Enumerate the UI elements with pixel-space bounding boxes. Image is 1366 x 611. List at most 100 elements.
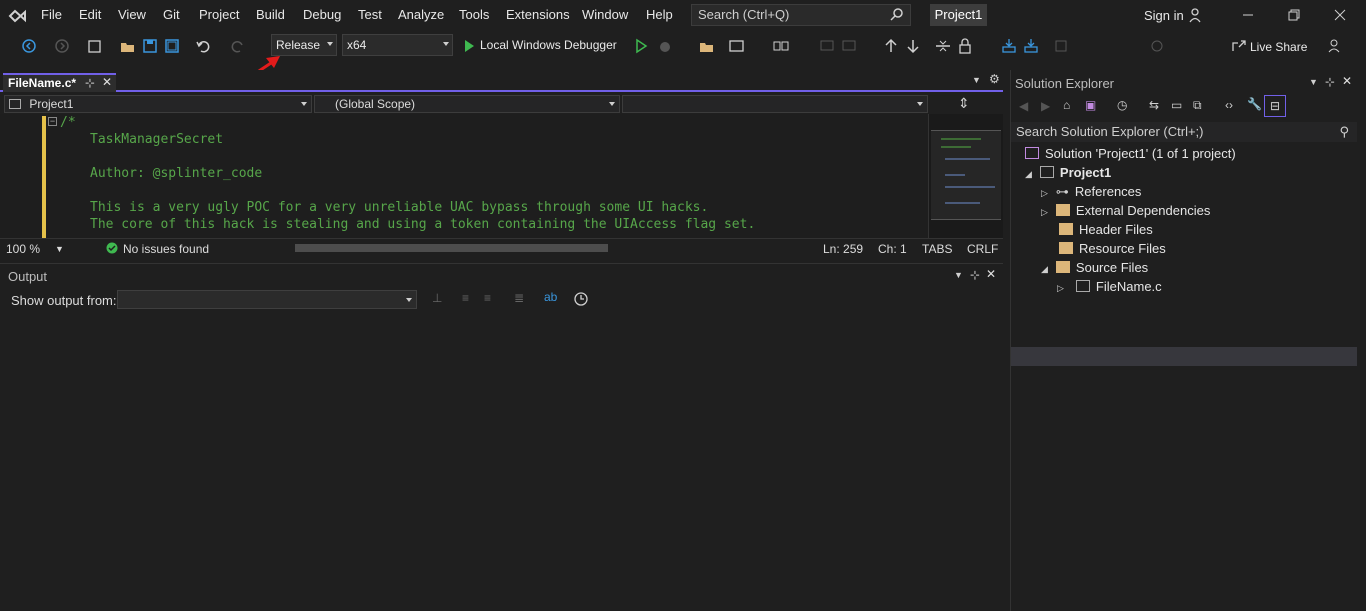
lock-icon[interactable] [956,37,974,55]
forward-icon[interactable]: ▶ [1041,99,1050,113]
horizontal-scrollbar[interactable] [295,244,608,252]
save-icon[interactable] [141,37,159,55]
minimize-icon[interactable] [1238,6,1258,24]
column-number[interactable]: Ch: 1 [878,242,907,256]
collapse-icon[interactable]: − [48,117,57,126]
sync-icon[interactable]: ⇆ [1149,98,1159,112]
feedback-icon[interactable] [1326,37,1344,55]
open-file-icon[interactable] [119,37,137,55]
undo-icon[interactable] [194,37,212,55]
tree-item-source-files[interactable]: ◢ Source Files [1041,260,1148,279]
columns-icon[interactable] [772,37,790,55]
tree-item-external-dependencies[interactable]: ▷ External Dependencies [1041,203,1210,222]
split-editor-icon[interactable]: ⇕ [958,95,970,112]
tab-filename-c[interactable]: FileName.c* ⊹ ✕ [3,73,116,92]
chevron-down-icon[interactable]: ▼ [1309,77,1318,87]
close-window-icon[interactable] [1330,6,1350,24]
live-share-button[interactable]: Live Share [1250,40,1307,54]
hot-reload-icon[interactable] [656,37,674,55]
view-code-icon[interactable]: ‹› [1225,98,1233,112]
settings-gear-icon[interactable]: ⚙ [989,72,1000,86]
back-icon[interactable]: ◀ [1019,99,1028,113]
show-all-files-icon[interactable]: ⧉ [1193,98,1202,113]
output-source-combo[interactable] [117,290,417,309]
tree-item-filename-c[interactable]: ▷ FileName.c [1057,279,1162,298]
menu-file[interactable]: File [41,7,62,22]
close-panel-icon[interactable]: ✕ [986,267,996,281]
collapsed-arrow-icon[interactable]: ▷ [1057,283,1064,293]
close-panel-icon[interactable]: ✕ [1342,74,1352,88]
navigate-forward-icon[interactable] [53,37,71,55]
tree-item-references[interactable]: ▷ ⊶ References [1041,184,1141,203]
pin-icon[interactable]: ⊹ [85,76,95,90]
minimap-viewport[interactable] [931,130,1001,220]
find-message-icon[interactable]: ⊥ [432,291,442,305]
pin-icon[interactable]: ⊹ [1325,75,1335,89]
collapse-all-icon[interactable]: ▭ [1171,98,1182,112]
start-without-debugging-icon[interactable] [632,37,650,55]
properties-wrench-icon[interactable]: 🔧 [1247,97,1262,111]
menu-tools[interactable]: Tools [459,7,489,22]
live-share-icon[interactable] [1230,37,1248,55]
line-ending[interactable]: CRLF [967,242,998,256]
next-message-icon[interactable]: ≡ [484,291,491,305]
tree-item-project[interactable]: ◢ Project1 [1025,165,1111,184]
close-tab-icon[interactable]: ✕ [102,75,112,89]
account-icon[interactable] [1188,7,1202,23]
home-icon[interactable]: ⌂ [1063,98,1070,112]
global-search-box[interactable]: Search (Ctrl+Q) [691,4,911,26]
global-scope-combo[interactable]: (Global Scope) [314,95,620,113]
build-icon[interactable] [1000,37,1018,55]
previous-message-icon[interactable]: ≡ [462,291,469,305]
collapsed-arrow-icon[interactable]: ▷ [1041,188,1048,198]
save-all-icon[interactable] [163,37,181,55]
menu-build[interactable]: Build [256,7,285,22]
preview-selected-icon[interactable]: ⊟ [1264,95,1286,117]
rebuild-icon[interactable] [1022,37,1040,55]
collapsed-arrow-icon[interactable]: ▷ [1041,207,1048,217]
start-debugging-icon[interactable] [460,37,478,55]
pending-changes-icon[interactable]: ◷ [1117,98,1127,112]
zoom-level[interactable]: 100 % [6,242,40,256]
menu-git[interactable]: Git [163,7,180,22]
menu-extensions[interactable]: Extensions [506,7,570,22]
clock-icon[interactable] [574,292,588,306]
solution-platform-combo[interactable]: x64 [342,34,453,56]
sign-in-link[interactable]: Sign in [1144,8,1184,23]
expanded-arrow-icon[interactable]: ◢ [1041,264,1048,274]
tab-overflow-icon[interactable]: ▼ [972,75,981,85]
menu-analyze[interactable]: Analyze [398,7,444,22]
menu-window[interactable]: Window [582,7,628,22]
local-windows-debugger-button[interactable]: Local Windows Debugger [480,38,617,52]
breakpoint-icon[interactable] [1148,37,1166,55]
indentation-mode[interactable]: TABS [922,242,952,256]
solution-name-badge[interactable]: Project1 [930,4,987,26]
code-editor[interactable]: − /* TaskManagerSecret Author: @splinter… [0,114,928,238]
menu-view[interactable]: View [118,7,146,22]
tree-item-solution[interactable]: Solution 'Project1' (1 of 1 project) [1025,146,1236,165]
uncomment-icon[interactable] [840,37,858,55]
member-scope-combo[interactable] [622,95,928,113]
word-wrap-icon[interactable]: ab [544,290,557,304]
split-icon[interactable] [934,37,952,55]
expanded-arrow-icon[interactable]: ◢ [1025,169,1032,179]
tree-item-header-files[interactable]: Header Files [1059,222,1153,241]
solution-explorer-search[interactable]: Search Solution Explorer (Ctrl+;) ⚲ [1011,122,1357,142]
menu-help[interactable]: Help [646,7,673,22]
layout-icon[interactable] [728,37,746,55]
pin-icon[interactable]: ⊹ [970,268,980,282]
tree-item-resource-files[interactable]: Resource Files [1059,241,1166,260]
editor-minimap[interactable] [928,114,1003,238]
arrow-up-icon[interactable] [882,37,900,55]
clear-all-icon[interactable]: ≣ [514,291,524,305]
comment-icon[interactable] [818,37,836,55]
line-number[interactable]: Ln: 259 [823,242,863,256]
project-scope-combo[interactable]: Project1 [4,95,312,113]
navigate-back-icon[interactable] [20,37,38,55]
menu-project[interactable]: Project [199,7,239,22]
chevron-down-icon[interactable]: ▼ [954,270,963,280]
menu-edit[interactable]: Edit [79,7,101,22]
chevron-down-icon[interactable]: ▼ [55,244,64,254]
menu-debug[interactable]: Debug [303,7,341,22]
restore-icon[interactable] [1284,6,1304,24]
